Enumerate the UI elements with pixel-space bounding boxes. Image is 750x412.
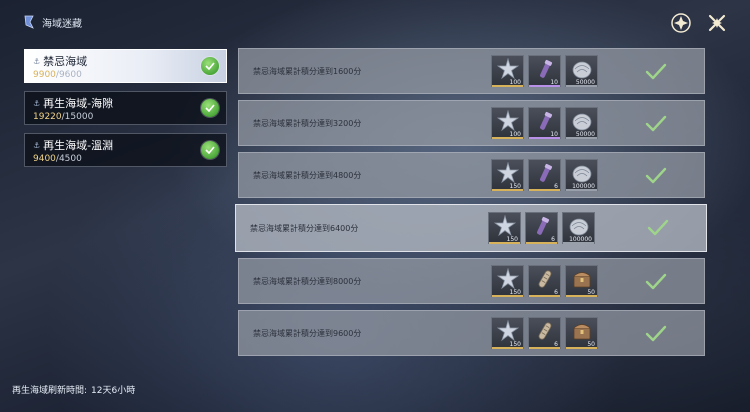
- page-header: 海域迷藏: [22, 14, 82, 30]
- rarity-bar: [566, 85, 597, 87]
- row-requirement: 禁忌海域累計積分達到9600分: [253, 328, 362, 338]
- rarity-bar: [492, 189, 523, 191]
- reward-item[interactable]: 100: [491, 55, 524, 87]
- reward-item[interactable]: 6: [528, 265, 561, 297]
- reward-row[interactable]: 禁忌海域累計積分達到3200分 100 10 50000: [238, 100, 705, 146]
- reward-item[interactable]: 100000: [562, 212, 595, 244]
- row-requirement: 禁忌海域累計積分達到3200分: [253, 118, 362, 128]
- reward-items: 150 6 100000: [491, 159, 598, 191]
- claimed-check-icon: [644, 270, 668, 294]
- anchor-logo-icon: [24, 15, 34, 29]
- anchor-icon: ⚓: [33, 56, 41, 66]
- scroll-icon: [531, 215, 553, 241]
- rarity-bar: [529, 189, 560, 191]
- check-badge-icon: [201, 57, 219, 75]
- reward-row[interactable]: 禁忌海域累計積分達到6400分 150 6 100000: [235, 204, 707, 252]
- claimed-check-icon: [644, 60, 668, 84]
- reward-list: 禁忌海域累計積分達到1600分 100 10 50000 禁忌海域累計積分達到3200分…: [235, 48, 707, 362]
- bone-scroll-icon: [534, 320, 556, 346]
- reward-item[interactable]: 50: [565, 265, 598, 297]
- sidebar-item-label: 再生海域-海隙: [43, 97, 114, 110]
- reward-items: 150 6 50: [491, 317, 598, 349]
- reward-row[interactable]: 禁忌海域累計積分達到4800分 150 6 100000: [238, 152, 705, 198]
- reward-item[interactable]: 150: [488, 212, 521, 244]
- reward-item[interactable]: 150: [491, 317, 524, 349]
- check-badge-icon: [201, 141, 219, 159]
- shop-icon[interactable]: [670, 12, 692, 34]
- rarity-bar: [489, 242, 520, 244]
- page-title: 海域迷藏: [42, 18, 82, 30]
- reward-item[interactable]: 50000: [565, 107, 598, 139]
- reward-item[interactable]: 100: [491, 107, 524, 139]
- rarity-bar: [529, 137, 560, 139]
- reward-row[interactable]: 禁忌海域累計積分達到9600分 150 6 50: [238, 310, 705, 356]
- top-actions: [670, 12, 728, 34]
- reward-item[interactable]: 50: [565, 317, 598, 349]
- reward-items: 100 10 50000: [491, 55, 598, 87]
- sidebar-item-forbidden-sea[interactable]: ⚓ 禁忌海域 9900/9600: [24, 49, 227, 83]
- claimed-check-icon: [644, 322, 668, 346]
- anchor-icon: ⚓: [33, 98, 41, 108]
- reward-items: 150 6 100000: [488, 212, 595, 244]
- rarity-bar: [492, 85, 523, 87]
- row-requirement: 禁忌海域累計積分達到8000分: [253, 276, 362, 286]
- row-requirement: 禁忌海域累計積分達到1600分: [253, 66, 362, 76]
- close-icon[interactable]: [706, 12, 728, 34]
- reward-row[interactable]: 禁忌海域累計積分達到1600分 100 10 50000: [238, 48, 705, 94]
- reward-item[interactable]: 10: [528, 107, 561, 139]
- rarity-bar: [492, 137, 523, 139]
- sea-area-list: ⚓ 禁忌海域 9900/9600 ⚓ 再生海域-海隙 19220/15000 ⚓…: [24, 49, 227, 175]
- sidebar-item-regen-sea-abyss[interactable]: ⚓ 再生海域-溫淵 9400/4500: [24, 133, 227, 167]
- reward-item[interactable]: 6: [528, 317, 561, 349]
- reward-item[interactable]: 10: [528, 55, 561, 87]
- rarity-bar: [566, 295, 597, 297]
- rarity-bar: [529, 85, 560, 87]
- reward-item[interactable]: 150: [491, 159, 524, 191]
- rarity-bar: [526, 242, 557, 244]
- reward-items: 150 6 50: [491, 265, 598, 297]
- refresh-value: 12天6小時: [91, 386, 136, 396]
- rarity-bar: [492, 347, 523, 349]
- claimed-check-icon: [644, 112, 668, 136]
- rarity-bar: [492, 295, 523, 297]
- rarity-bar: [529, 295, 560, 297]
- row-requirement: 禁忌海域累計積分達到4800分: [253, 170, 362, 180]
- rarity-bar: [563, 242, 594, 244]
- reward-row[interactable]: 禁忌海域累計積分達到8000分 150 6 50: [238, 258, 705, 304]
- rarity-bar: [566, 189, 597, 191]
- anchor-icon: ⚓: [33, 140, 41, 150]
- reward-item[interactable]: 150: [491, 265, 524, 297]
- row-requirement: 禁忌海域累計積分達到6400分: [250, 223, 359, 233]
- sidebar-item-score: 9400/4500: [33, 154, 82, 164]
- sidebar-item-score: 9900/9600: [33, 70, 82, 80]
- reward-item[interactable]: 50000: [565, 55, 598, 87]
- rarity-bar: [566, 347, 597, 349]
- reward-item[interactable]: 6: [525, 212, 558, 244]
- bone-scroll-icon: [534, 268, 556, 294]
- reward-item[interactable]: 100000: [565, 159, 598, 191]
- refresh-label: 再生海域刷新時間:: [12, 386, 88, 396]
- scroll-icon: [534, 162, 556, 188]
- rarity-bar: [529, 347, 560, 349]
- sidebar-item-score: 19220/15000: [33, 112, 94, 122]
- claimed-check-icon: [644, 164, 668, 188]
- sidebar-item-label: 禁忌海域: [43, 55, 88, 68]
- rarity-bar: [566, 137, 597, 139]
- reward-items: 100 10 50000: [491, 107, 598, 139]
- check-badge-icon: [201, 99, 219, 117]
- claimed-check-icon: [646, 216, 670, 240]
- refresh-timer: 再生海域刷新時間: 12天6小時: [12, 383, 135, 396]
- sidebar-item-regen-sea-rift[interactable]: ⚓ 再生海域-海隙 19220/15000: [24, 91, 227, 125]
- sidebar-item-label: 再生海域-溫淵: [43, 139, 114, 152]
- reward-item[interactable]: 6: [528, 159, 561, 191]
